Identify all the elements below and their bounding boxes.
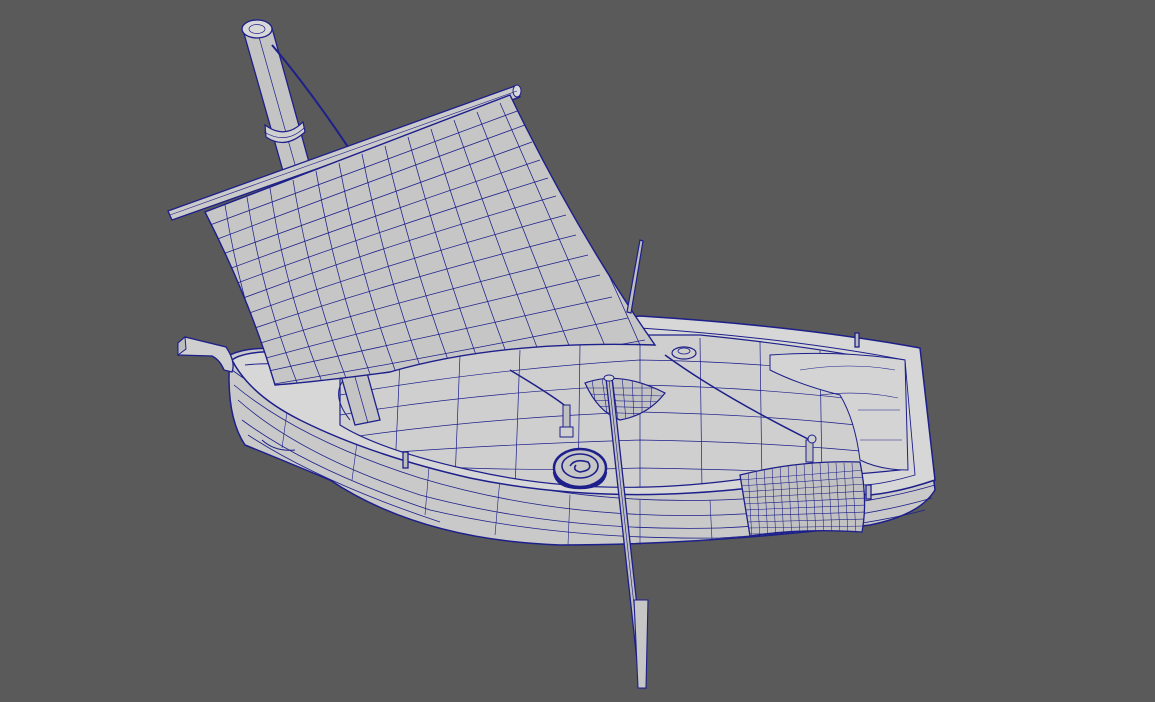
- stern-fitting: [671, 346, 697, 360]
- wireframe-boat-model[interactable]: [0, 0, 1155, 702]
- bowsprit-icon[interactable]: [177, 335, 234, 373]
- stern-spar: [626, 239, 644, 314]
- 3d-viewport[interactable]: [0, 0, 1155, 702]
- rope-coil-icon[interactable]: [552, 447, 608, 490]
- cloth-icon[interactable]: [739, 461, 866, 540]
